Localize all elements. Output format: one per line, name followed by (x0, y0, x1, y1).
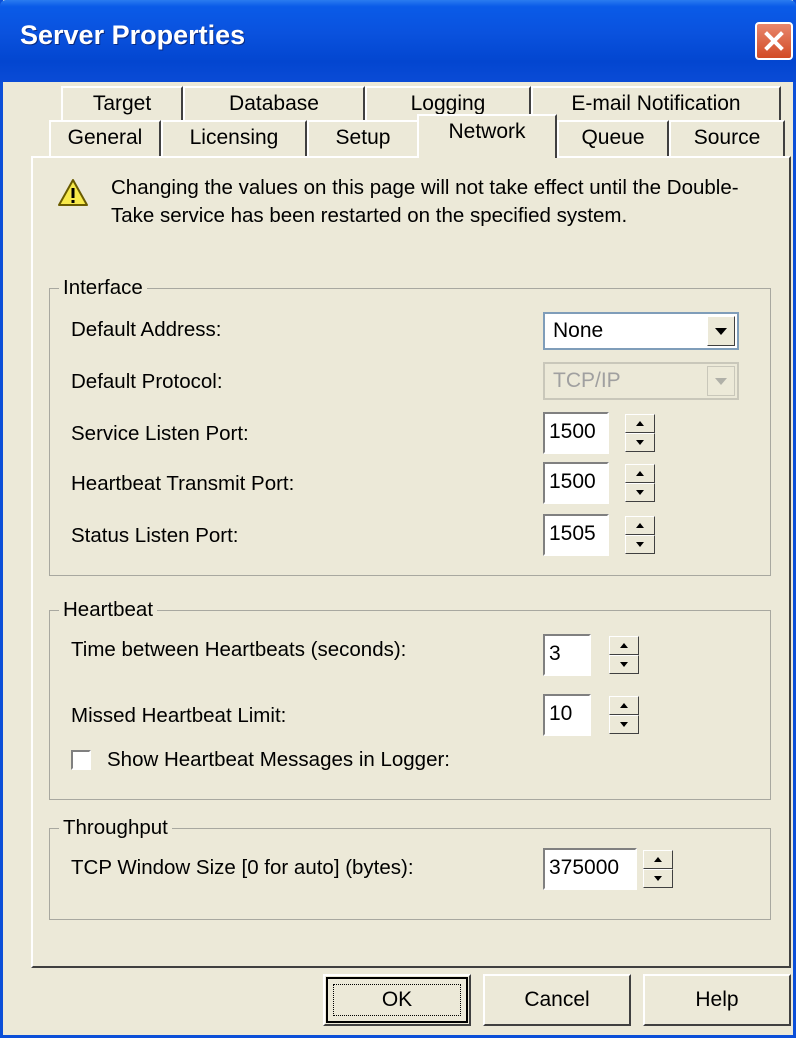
missed-heartbeat-limit-input[interactable]: 10 (543, 694, 591, 736)
tab-target[interactable]: Target (61, 86, 183, 122)
spin-buttons[interactable] (625, 516, 655, 554)
spin-buttons[interactable] (609, 636, 639, 674)
tcp-window-size-label: TCP Window Size [0 for auto] (bytes): (71, 856, 414, 879)
arrow-down-icon (620, 722, 628, 727)
show-heartbeat-messages-checkbox[interactable] (71, 750, 91, 770)
tab-licensing[interactable]: Licensing (161, 120, 307, 156)
tab-database[interactable]: Database (183, 86, 365, 122)
increment-button[interactable] (609, 696, 639, 715)
time-between-heartbeats-label: Time between Heartbeats (seconds): (71, 638, 407, 661)
arrow-down-icon (636, 542, 644, 547)
tab-queue[interactable]: Queue (557, 120, 669, 156)
arrow-down-icon (620, 662, 628, 667)
arrow-down-icon (636, 490, 644, 495)
tab-label: Licensing (189, 126, 279, 149)
tab-source[interactable]: Source (669, 120, 785, 156)
service-listen-port-input[interactable]: 1500 (543, 412, 609, 454)
tab-email-notification[interactable]: E-mail Notification (531, 86, 781, 122)
server-properties-dialog: Server Properties Target Database Loggin… (0, 0, 796, 1038)
decrement-button[interactable] (643, 869, 673, 888)
arrow-up-icon (636, 471, 644, 476)
tab-label: Network (448, 120, 526, 143)
interface-group-title: Interface (59, 276, 147, 300)
heartbeat-group-title: Heartbeat (59, 598, 158, 622)
arrow-up-icon (654, 857, 662, 862)
decrement-button[interactable] (609, 655, 639, 674)
focus-rectangle (333, 984, 461, 1016)
spin-buttons[interactable] (609, 696, 639, 734)
tab-network[interactable]: Network (417, 114, 557, 158)
show-heartbeat-messages-label[interactable]: Show Heartbeat Messages in Logger: (107, 748, 450, 772)
tab-label: Logging (410, 92, 486, 115)
chevron-down-icon (715, 378, 727, 385)
tab-label: Queue (581, 126, 645, 149)
missed-heartbeat-limit-label: Missed Heartbeat Limit: (71, 704, 287, 727)
decrement-button[interactable] (625, 433, 655, 452)
increment-button[interactable] (625, 464, 655, 483)
increment-button[interactable] (625, 516, 655, 535)
default-address-dropdown-button[interactable] (707, 316, 735, 346)
default-protocol-value: TCP/IP (553, 369, 621, 392)
spin-buttons[interactable] (625, 414, 655, 452)
tab-label: E-mail Notification (571, 92, 741, 115)
spin-buttons[interactable] (643, 850, 673, 888)
decrement-button[interactable] (625, 535, 655, 554)
tab-general[interactable]: General (49, 120, 161, 156)
increment-button[interactable] (609, 636, 639, 655)
warning-message: Changing the values on this page will no… (111, 176, 739, 227)
arrow-down-icon (636, 440, 644, 445)
cancel-button[interactable]: Cancel (483, 974, 631, 1026)
increment-button[interactable] (625, 414, 655, 433)
close-button[interactable] (755, 22, 793, 60)
title-bar[interactable]: Server Properties (0, 0, 796, 82)
default-protocol-label: Default Protocol: (71, 370, 223, 393)
decrement-button[interactable] (609, 715, 639, 734)
help-button-label: Help (695, 988, 739, 1011)
tab-label: Setup (335, 126, 391, 149)
close-icon (764, 31, 784, 51)
arrow-down-icon (654, 876, 662, 881)
tab-label: Source (693, 126, 761, 149)
default-address-value: None (553, 319, 604, 342)
tab-label: General (67, 126, 143, 149)
time-between-heartbeats-input[interactable]: 3 (543, 634, 591, 676)
spin-buttons[interactable] (625, 464, 655, 502)
service-listen-port-label: Service Listen Port: (71, 422, 249, 445)
arrow-up-icon (620, 643, 628, 648)
cancel-button-label: Cancel (524, 988, 590, 1011)
tab-label: Target (92, 92, 152, 115)
default-protocol-select: TCP/IP (543, 362, 739, 400)
heartbeat-transmit-port-label: Heartbeat Transmit Port: (71, 472, 295, 495)
heartbeat-transmit-port-input[interactable]: 1500 (543, 462, 609, 504)
default-protocol-dropdown-button (707, 366, 735, 396)
throughput-group-title: Throughput (59, 816, 172, 840)
arrow-up-icon (636, 421, 644, 426)
tcp-window-size-input[interactable]: 375000 (543, 848, 637, 890)
arrow-up-icon (636, 523, 644, 528)
status-listen-port-input[interactable]: 1505 (543, 514, 609, 556)
default-address-label: Default Address: (71, 318, 222, 341)
ok-button[interactable]: OK (323, 974, 471, 1026)
status-listen-port-label: Status Listen Port: (71, 524, 239, 547)
warning-icon (58, 179, 88, 206)
arrow-up-icon (620, 703, 628, 708)
tab-setup[interactable]: Setup (307, 120, 419, 156)
default-address-select[interactable]: None (543, 312, 739, 350)
decrement-button[interactable] (625, 483, 655, 502)
tab-label: Database (229, 92, 319, 115)
help-button[interactable]: Help (643, 974, 791, 1026)
window-title: Server Properties (20, 20, 246, 50)
chevron-down-icon (715, 328, 727, 335)
increment-button[interactable] (643, 850, 673, 869)
